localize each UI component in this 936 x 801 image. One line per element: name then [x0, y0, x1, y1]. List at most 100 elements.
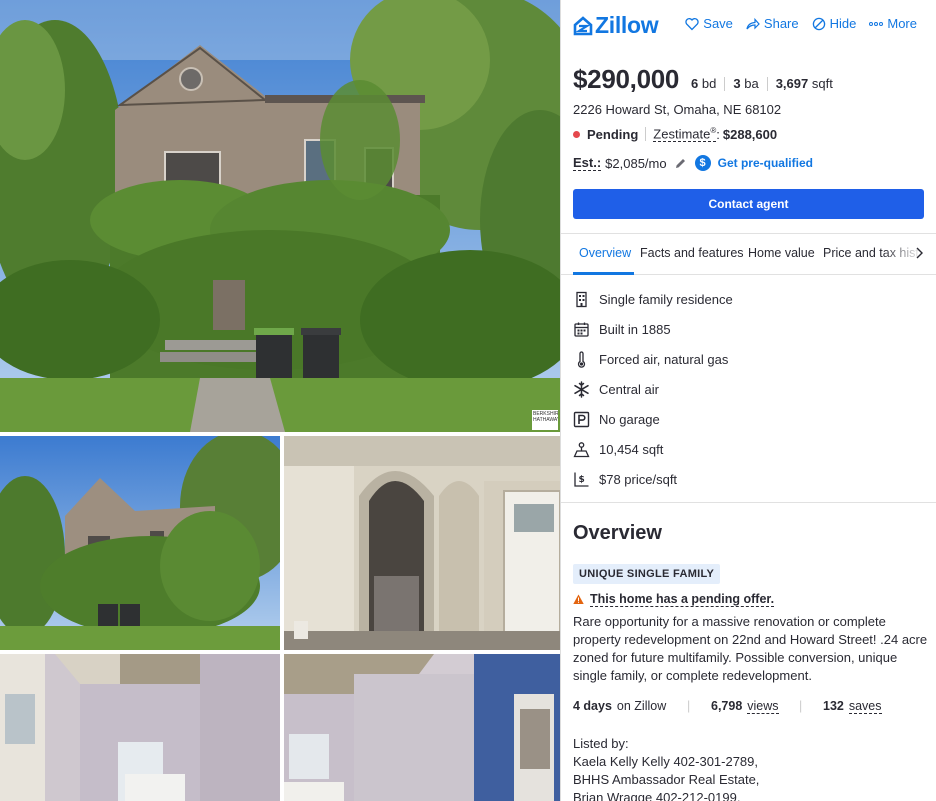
feature-item: Single family residence [573, 284, 923, 314]
feature-item: Built in 1885 [573, 314, 923, 344]
views-label[interactable]: views [747, 699, 779, 714]
agent-line: Kaela Kelly Kelly 402-301-2789, [573, 754, 759, 769]
feature-text: Forced air, natural gas [599, 351, 729, 367]
snowflake-icon [573, 380, 590, 398]
contact-agent-button[interactable]: Contact agent [573, 189, 924, 219]
status-dot-icon [573, 130, 580, 138]
top-bar: Zillow Save Share Hide More [561, 0, 936, 48]
feature-text: 10,454 sqft [599, 441, 664, 457]
detail-tabs: Overview Facts and features Home value P… [561, 233, 936, 275]
parking-icon [573, 411, 590, 428]
zestimate-label: Zestimate [653, 126, 711, 142]
hide-label: Hide [829, 16, 857, 31]
price-summary: $290,000 6 bd 3 ba 3,697 sqft [573, 64, 833, 95]
feature-item: $ $78 price/sqft [573, 464, 923, 494]
feature-item: Central air [573, 374, 923, 404]
agent-line: BHHS Ambassador Real Estate, [573, 772, 760, 787]
get-prequalified-link[interactable]: Get pre-qualified [718, 156, 813, 170]
divider: | [799, 699, 803, 713]
listed-by-heading: Listed by: [573, 736, 629, 751]
beds-unit: bd [701, 76, 717, 91]
days-value: 4 days [573, 699, 612, 713]
est-payment-value: $2,085/mo [605, 155, 667, 171]
listed-by: Listed by: Kaela Kelly Kelly 402-301-278… [573, 735, 928, 801]
listing-details-panel: Zillow Save Share Hide More $290,000 6 b… [560, 0, 936, 801]
active-tab-indicator [573, 272, 634, 275]
feature-item: 10,454 sqft [573, 434, 923, 464]
property-tag-badge: UNIQUE SINGLE FAMILY [573, 564, 721, 584]
save-button[interactable]: Save [685, 16, 733, 31]
divider [645, 127, 647, 142]
sqft-unit: sqft [811, 76, 833, 91]
gallery-thumbnail-interior-archway[interactable] [284, 436, 560, 650]
est-payment-label[interactable]: Est.: [573, 155, 602, 171]
gallery-thumbnail-exterior[interactable] [0, 436, 280, 650]
save-count: 132 saves [823, 699, 882, 714]
feature-text: Single family residence [599, 291, 733, 307]
saves-value: 132 [823, 699, 844, 713]
tab-home-value[interactable]: Home value [748, 246, 815, 260]
feature-item: Forced air, natural gas [573, 344, 923, 374]
listing-actions: Save Share Hide More [685, 16, 917, 31]
listing-stats: 4 days on Zillow | 6,798 views | 132 saves [573, 699, 925, 714]
agent-line: Brian Wragge 402-212-0199, [573, 790, 741, 801]
svg-text:$: $ [579, 475, 585, 485]
save-label: Save [703, 16, 733, 31]
lot-size-icon [573, 441, 590, 458]
calendar-icon [573, 321, 590, 338]
edit-pencil-icon[interactable] [674, 157, 687, 170]
tab-overview[interactable]: Overview [579, 246, 631, 260]
feature-text: Central air [599, 381, 659, 397]
baths-unit: ba [744, 76, 759, 91]
saves-label[interactable]: saves [848, 699, 882, 714]
pending-offer-note[interactable]: This home has a pending offer. [573, 592, 775, 607]
heart-icon [685, 17, 699, 30]
views-value: 6,798 [711, 699, 743, 713]
baths-value: 3 [733, 76, 741, 91]
zestimate-value: $288,600 [722, 126, 778, 142]
hide-button[interactable]: Hide [812, 16, 857, 31]
divider [766, 76, 768, 91]
pending-offer-text: This home has a pending offer. [590, 592, 775, 607]
feature-text: Built in 1885 [599, 321, 671, 337]
divider: | [687, 699, 691, 713]
days-on-zillow: 4 days on Zillow [573, 699, 687, 713]
listing-status: Pending [587, 126, 639, 142]
watermark-logo: BERKSHIRE HATHAWAY [532, 410, 558, 430]
hide-icon [812, 17, 825, 30]
estimated-payment-row: Est.: $2,085/mo $ Get pre-qualified [573, 155, 813, 171]
photo-gallery: BERKSHIRE HATHAWAY [0, 0, 560, 801]
zillow-logo[interactable]: Zillow [573, 12, 659, 39]
tab-facts-and-features[interactable]: Facts and features [640, 246, 744, 260]
chevron-right-icon[interactable] [913, 246, 925, 260]
feature-item: No garage [573, 404, 923, 434]
zestimate-link[interactable]: Zestimate® [653, 126, 717, 143]
view-count: 6,798 views [711, 699, 799, 714]
main-photo[interactable]: BERKSHIRE HATHAWAY [0, 0, 560, 432]
price-per-sqft-icon: $ [573, 471, 590, 488]
brand-name: Zillow [595, 12, 659, 38]
beds-value: 6 [691, 76, 699, 91]
dollar-badge-icon: $ [694, 155, 711, 171]
share-label: Share [763, 16, 799, 31]
building-icon [573, 291, 590, 308]
listing-description: Rare opportunity for a massive renovatio… [573, 614, 928, 683]
more-button[interactable]: More [869, 16, 917, 31]
feature-text: No garage [599, 411, 660, 427]
share-button[interactable]: Share [746, 16, 799, 31]
feature-list: Single family residence Built in 1885 Fo… [573, 284, 923, 494]
overview-heading: Overview [573, 522, 662, 544]
gallery-thumbnail-interior-room[interactable] [0, 654, 280, 801]
section-divider [561, 502, 936, 503]
zillow-house-icon [573, 15, 593, 35]
sqft-value: 3,697 [775, 76, 809, 91]
warning-icon [573, 594, 584, 604]
property-address: 2226 Howard St, Omaha, NE 68102 [573, 102, 782, 117]
feature-text: $78 price/sqft [599, 471, 678, 487]
more-dots-icon [869, 21, 884, 26]
divider [724, 76, 726, 91]
thermometer-icon [573, 350, 590, 368]
gallery-thumbnail-interior-blue-room[interactable] [284, 654, 560, 801]
more-label: More [887, 16, 917, 31]
bed-bath-sqft: 6 bd 3 ba 3,697 sqft [691, 76, 833, 91]
